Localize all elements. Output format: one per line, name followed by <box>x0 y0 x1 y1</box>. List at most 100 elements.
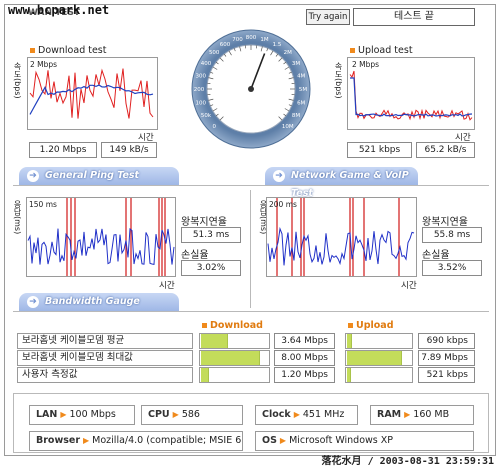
gauge-tick-label: 400 <box>201 61 212 67</box>
download-gauge-track <box>199 367 270 383</box>
ping-chart-svg <box>27 198 175 276</box>
gauge-tick-label: 200 <box>194 87 205 93</box>
gauge-tick-label: 2M <box>284 50 292 56</box>
download-average-line <box>29 84 154 115</box>
ping-x-label: 시간 <box>159 281 175 291</box>
game-rtt-value: 55.8 ms <box>422 227 482 243</box>
os-info: OS ▶ Microsoft Windows XP <box>255 431 474 451</box>
end-test-button[interactable]: 테스트 끝 <box>353 8 475 26</box>
gauge-tick-label: 8M <box>292 113 300 119</box>
upload-gauge-track <box>345 350 413 366</box>
download-test-title: Download test <box>30 45 107 56</box>
bandwidth-row-label: 보라홈넷 케이블모뎀 평균 <box>17 333 193 349</box>
gauge-tick-label: 100 <box>196 101 207 107</box>
ping-ymax-label: 150 ms <box>29 200 57 209</box>
cpu-info: CPU ▶ 586 <box>141 405 243 425</box>
divider <box>13 311 489 312</box>
tab-general-ping-test[interactable]: ➔ General Ping Test <box>19 167 179 185</box>
upload-test-title: Upload test <box>350 45 413 56</box>
download-gauge-value: 1.20 Mbps <box>274 367 335 383</box>
game-x-label: 시간 <box>401 281 417 291</box>
bandwidth-download-header: Download <box>202 320 263 331</box>
ping-chart <box>26 197 176 277</box>
gauge-tick-label: 500 <box>209 50 220 56</box>
download-gauge-bar <box>201 334 228 348</box>
divider <box>13 185 489 186</box>
download-gauge-bar <box>201 351 260 365</box>
bandwidth-row-label: 보라홈넷 케이블모뎀 최대값 <box>17 350 193 366</box>
arrow-right-icon: ▶ <box>60 410 67 419</box>
bandwidth-upload-header: Upload <box>348 320 394 331</box>
upload-gauge-bar <box>347 351 402 365</box>
game-series-line <box>267 226 415 266</box>
tab-bandwidth-gauge[interactable]: ➔ Bandwidth Gauge <box>19 293 179 311</box>
gauge-tick-label: 700 <box>232 37 243 43</box>
arrow-right-icon: ➔ <box>27 170 39 182</box>
ram-info: RAM ▶ 160 MB <box>370 405 474 425</box>
gauge-tick-label: 1.5 <box>273 42 282 48</box>
game-chart-svg <box>267 198 415 276</box>
ping-rtt-label: 왕복지연율 <box>181 217 227 228</box>
upload-gauge-track <box>345 367 413 383</box>
upload-rate-value: 65.2 kB/s <box>416 142 475 158</box>
arrow-right-icon: ▶ <box>172 410 179 419</box>
game-rtt-label: 왕복지연율 <box>422 217 468 228</box>
arrow-right-icon: ▶ <box>404 410 411 419</box>
gauge-tick-label: 300 <box>196 74 207 80</box>
game-loss-value: 3.52% <box>422 260 482 276</box>
lan-info: LAN ▶ 100 Mbps <box>29 405 135 425</box>
upload-ymax-label: 2 Mbps <box>352 60 380 69</box>
upload-gauge-bar <box>347 368 351 382</box>
footer-signature: 落花水月 / 2003-08-31 23:59:31 <box>321 456 494 467</box>
download-gauge-value: 3.64 Mbps <box>274 333 335 349</box>
wan-test-panel: WAN TEST www.bcpark.net Try again 테스트 끝 … <box>0 0 500 470</box>
gauge-tick-label: 3M <box>292 61 300 67</box>
gauge-tick-label: 4M <box>297 74 305 80</box>
gauge-tick-label: 5M <box>299 87 307 93</box>
download-gauge-track <box>199 333 270 349</box>
game-ymax-label: 200 ms <box>269 200 297 209</box>
ping-rtt-value: 51.3 ms <box>181 227 241 243</box>
clock-info: Clock ▶ 451 MHz <box>255 405 358 425</box>
arrow-right-icon: ▶ <box>279 436 287 445</box>
browser-info: Browser ▶ Mozilla/4.0 (compatible; MSIE 6.… <box>29 431 243 451</box>
watermark: www.bcpark.net <box>8 3 110 17</box>
upload-gauge-value: 521 kbps <box>418 367 475 383</box>
gauge-tick-label: 1M <box>260 37 268 43</box>
upload-gauge-value: 690 kbps <box>418 333 475 349</box>
upload-series-line <box>349 70 473 121</box>
ping-series-line <box>27 228 175 266</box>
ping-loss-label: 손실율 <box>181 250 209 261</box>
upload-y-label: 속도(bps) <box>334 62 343 99</box>
gauge-tick-label: 800 <box>246 35 257 41</box>
gauge-tick-label: 600 <box>220 42 231 48</box>
game-loss-label: 손실율 <box>422 250 450 261</box>
ping-y-label: 응답(ms) <box>13 200 22 235</box>
gauge-tick-label: 10M <box>282 124 294 130</box>
vertical-divider <box>250 190 251 308</box>
bandwidth-row-label: 사용자 측정값 <box>17 367 193 383</box>
download-speed-value: 1.20 Mbps <box>29 142 97 158</box>
gauge-tick-label: 6M <box>297 101 305 107</box>
upload-speed-value: 521 kbps <box>347 142 412 158</box>
download-y-label: 속도(bps) <box>13 62 22 99</box>
download-ymax-label: 2 Mbps <box>30 60 58 69</box>
arrow-right-icon: ▶ <box>83 436 90 445</box>
upload-gauge-bar <box>347 334 352 348</box>
gauge-tick-label: 50k <box>201 113 212 119</box>
tab-network-game-voip-test[interactable]: ➔ Network Game & VoIP Test <box>265 167 418 199</box>
download-gauge-bar <box>201 368 209 382</box>
arrow-right-icon: ▶ <box>293 410 300 419</box>
game-chart <box>266 197 417 277</box>
gauge-tick-label: 0 <box>212 124 216 130</box>
speed-gauge: 0 50k 100 200 300 400 500 600 700 800 1M 1.5 2M 3M 4M 5… <box>190 28 312 150</box>
download-rate-value: 149 kB/s <box>101 142 157 158</box>
ping-loss-value: 3.02% <box>181 260 241 276</box>
upload-gauge-track <box>345 333 413 349</box>
download-gauge-value: 8.00 Mbps <box>274 350 335 366</box>
upload-average-line <box>350 77 473 117</box>
download-gauge-track <box>199 350 270 366</box>
arrow-right-icon: ➔ <box>273 170 285 182</box>
upload-gauge-value: 7.89 Mbps <box>418 350 475 366</box>
try-again-button[interactable]: Try again <box>306 9 350 25</box>
